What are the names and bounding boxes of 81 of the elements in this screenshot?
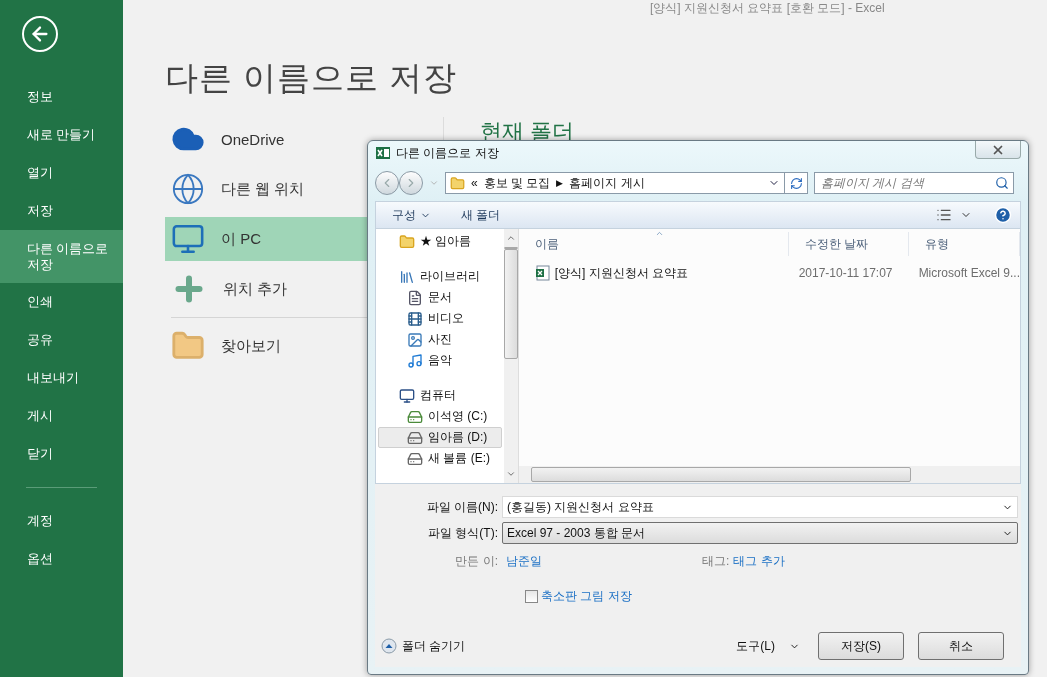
picture-icon [407, 331, 423, 348]
field-label: 태그: [702, 552, 730, 570]
sidebar-item[interactable]: 계정 [0, 502, 123, 540]
nav-item[interactable]: 사진 [378, 329, 502, 350]
address-bar[interactable]: « 홍보 및 모집 ▶ 홈페이지 게시 [445, 172, 785, 194]
music-note-icon [407, 352, 423, 369]
cancel-button[interactable]: 취소 [918, 632, 1004, 660]
new-folder-button[interactable]: 새 폴더 [453, 204, 509, 226]
search-icon [995, 176, 1009, 190]
window-title: [양식] 지원신청서 요약표 [호환 모드] - Excel [649, 0, 886, 16]
column-header[interactable]: 수정한 날짜 [788, 232, 909, 256]
computer-icon [171, 222, 205, 256]
nav-item[interactable]: 컴퓨터 [378, 385, 502, 406]
view-options-icon[interactable] [936, 207, 952, 223]
sidebar-item[interactable]: 새로 만들기 [0, 116, 123, 154]
folder-icon [399, 233, 415, 250]
sidebar-item[interactable]: 공유 [0, 321, 123, 359]
breadcrumb-overflow[interactable]: « [471, 176, 478, 190]
breadcrumb-item[interactable]: 홍보 및 모집 [483, 174, 551, 192]
column-header[interactable]: 유형 [908, 232, 1020, 256]
search-field[interactable]: 홈페이지 게시 검색 [814, 172, 1014, 194]
dialog-title: 다른 이름으로 저장 [396, 144, 499, 162]
field-label: 파일 형식(T): [427, 524, 499, 542]
save-button[interactable]: 저장(S) [818, 632, 904, 660]
document-icon [407, 289, 423, 306]
nav-item[interactable]: 비디오 [378, 308, 502, 329]
hide-folders-button[interactable]: 폴더 숨기기 [375, 637, 472, 655]
refresh-button[interactable] [784, 172, 808, 194]
tools-menu[interactable]: 도구(L) [730, 636, 806, 656]
forward-button[interactable] [399, 171, 423, 195]
collapse-icon [381, 638, 397, 654]
spreadsheet-icon [375, 145, 391, 161]
nav-item[interactable]: 이석영 (C:) [378, 406, 502, 427]
checkbox[interactable] [525, 589, 538, 603]
field-label: 파일 이름(N): [425, 498, 499, 516]
library-icon [399, 268, 415, 285]
sort-indicator-icon [654, 229, 664, 238]
sidebar-item[interactable]: 내보내기 [0, 359, 123, 397]
column-header[interactable]: 이름 [518, 232, 789, 256]
file-type-dropdown[interactable]: Excel 97 - 2003 통합 문서 [502, 522, 1018, 544]
history-caret-icon[interactable] [429, 178, 439, 188]
nav-item[interactable]: 라이브러리 [378, 266, 502, 287]
nav-item[interactable]: 새 볼륨 (E:) [378, 448, 502, 469]
breadcrumb-item[interactable]: 홈페이지 게시 [569, 174, 645, 192]
sidebar-item[interactable]: 저장 [0, 192, 123, 230]
sidebar-item[interactable]: 게시 [0, 397, 123, 435]
close-button[interactable] [975, 141, 1021, 159]
refresh-icon [789, 176, 803, 190]
scrollbar[interactable] [503, 229, 519, 483]
help-icon[interactable] [994, 206, 1012, 224]
nav-item[interactable]: 임아름 (D:) [378, 427, 502, 448]
field-label: 만든 이: [455, 553, 498, 568]
sidebar-item[interactable]: 인쇄 [0, 283, 123, 321]
globe-icon [171, 172, 205, 206]
scroll-up-icon[interactable] [505, 233, 516, 243]
system-drive-icon [407, 408, 423, 425]
page-heading: 다른 이름으로 저장 [165, 58, 459, 98]
folder-icon [450, 175, 465, 191]
sidebar-item[interactable]: 닫기 [0, 435, 123, 473]
breadcrumb-separator[interactable]: ▶ [556, 178, 564, 188]
author-link[interactable]: 남준일 [506, 552, 542, 570]
back-button[interactable] [375, 171, 399, 195]
sidebar-item[interactable]: 다른 이름으로 저장 [0, 230, 123, 283]
checkbox-label[interactable]: 축소판 그림 저장 [541, 587, 632, 605]
drive-icon [407, 450, 423, 467]
file-name-field[interactable]: (홍길동) 지원신청서 요약표 [502, 496, 1018, 518]
computer-icon [399, 387, 415, 404]
nav-item[interactable]: 음악 [378, 350, 502, 371]
film-icon [407, 310, 423, 327]
add-tag-link[interactable]: 태그 추가 [733, 552, 785, 570]
nav-item[interactable]: 문서 [378, 287, 502, 308]
spreadsheet-file-icon [534, 265, 551, 281]
file-name-cell[interactable]: [양식] 지원신청서 요약표 [554, 264, 688, 282]
date-cell: 2017-10-11 17:07 [798, 266, 893, 280]
sidebar-item[interactable]: 옵션 [0, 540, 123, 578]
drive-icon [407, 429, 423, 446]
scrollbar[interactable] [518, 466, 1020, 483]
sidebar-item[interactable]: 정보 [0, 78, 123, 116]
type-cell: Microsoft Excel 9... [918, 266, 1020, 280]
scroll-down-icon[interactable] [505, 469, 516, 479]
sidebar-item[interactable]: 열기 [0, 154, 123, 192]
